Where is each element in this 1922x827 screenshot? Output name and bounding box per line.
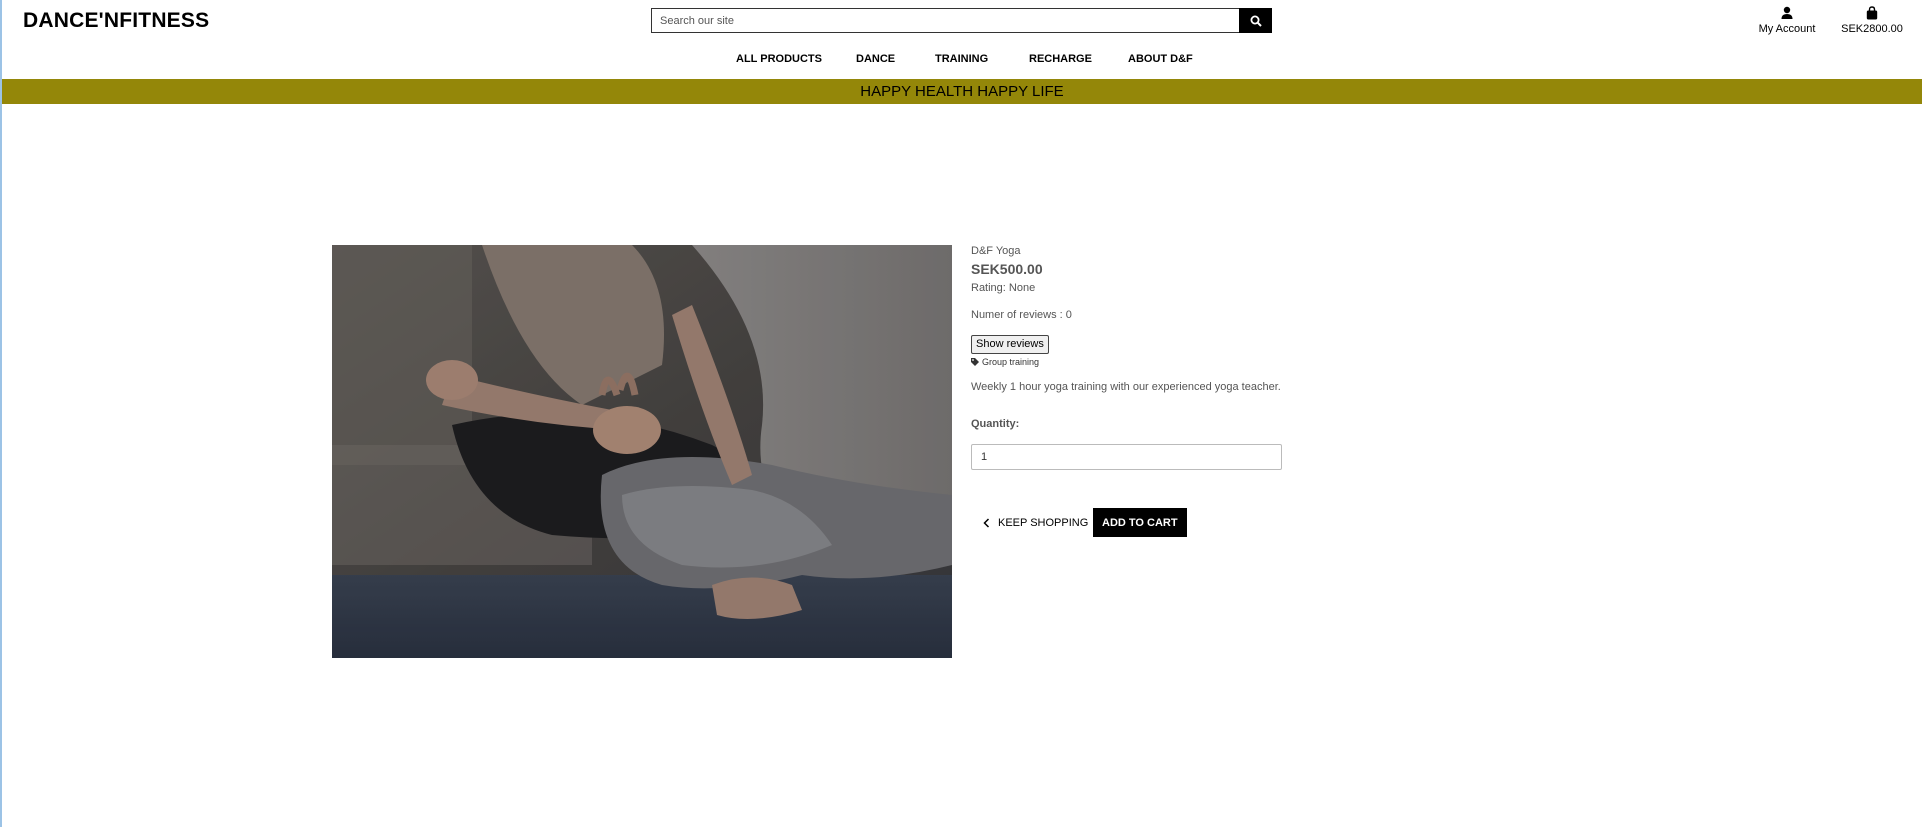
shopping-bag-icon — [1866, 6, 1878, 20]
keep-shopping-label: KEEP SHOPPING — [998, 516, 1089, 529]
quantity-input[interactable] — [971, 444, 1282, 470]
product-price: SEK500.00 — [971, 261, 1043, 277]
product-rating: Rating: None — [971, 282, 1036, 294]
add-to-cart-button[interactable]: ADD TO CART — [1093, 508, 1187, 537]
my-account-label: My Account — [1758, 23, 1816, 35]
add-to-cart-label: ADD TO CART — [1102, 516, 1178, 529]
my-account-link[interactable]: My Account — [1751, 6, 1823, 35]
search-icon — [1250, 15, 1262, 27]
banner-text: HAPPY HEALTH HAPPY LIFE — [860, 83, 1064, 100]
search-bar — [651, 8, 1272, 33]
nav-dance[interactable]: DANCE — [856, 53, 895, 65]
product-description: Weekly 1 hour yoga training with our exp… — [971, 381, 1281, 393]
show-reviews-button[interactable]: Show reviews — [971, 335, 1049, 354]
user-icon — [1781, 6, 1793, 19]
nav-training[interactable]: TRAINING — [935, 53, 988, 65]
search-input[interactable] — [651, 8, 1239, 33]
search-button[interactable] — [1239, 8, 1272, 33]
review-count: Numer of reviews : 0 — [971, 309, 1072, 321]
nav-recharge[interactable]: RECHARGE — [1029, 53, 1092, 65]
window-edge — [0, 0, 2, 827]
keep-shopping-button[interactable]: KEEP SHOPPING — [971, 508, 1100, 537]
chevron-left-icon — [983, 517, 990, 528]
category-label: Group training — [982, 357, 1040, 367]
cart-total: SEK2800.00 — [1841, 23, 1903, 35]
nav-about[interactable]: ABOUT D&F — [1128, 53, 1193, 65]
nav-all-products[interactable]: ALL PRODUCTS — [736, 53, 822, 65]
promo-banner: HAPPY HEALTH HAPPY LIFE — [2, 79, 1922, 104]
cart-link[interactable]: SEK2800.00 — [1836, 6, 1908, 35]
category-tag[interactable]: Group training — [971, 357, 1039, 367]
main-nav: ALL PRODUCTS DANCE TRAINING RECHARGE ABO… — [0, 53, 1922, 69]
site-logo[interactable]: DANCE'NFITNESS — [23, 9, 209, 33]
product-name: D&F Yoga — [971, 245, 1021, 257]
product-image — [332, 245, 952, 658]
quantity-label: Quantity: — [971, 418, 1020, 430]
tag-icon — [971, 358, 979, 366]
